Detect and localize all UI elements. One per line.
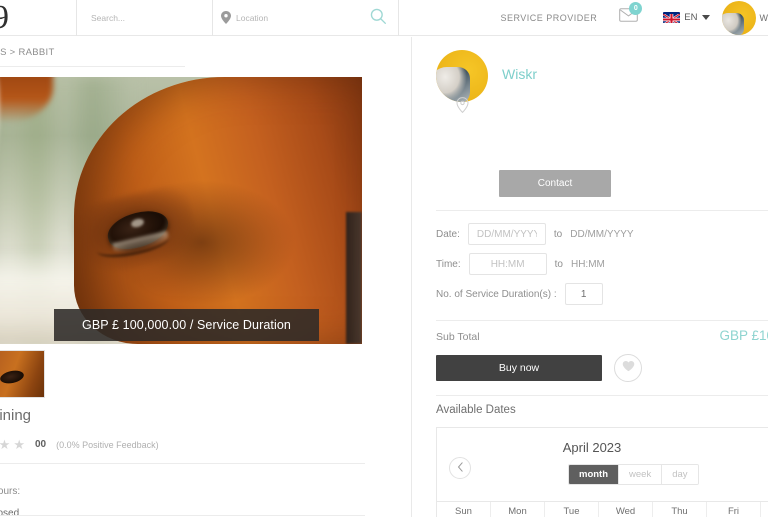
search-field-wrap — [77, 0, 212, 36]
chevron-left-icon — [457, 459, 464, 477]
calendar-view-month[interactable]: month — [569, 465, 620, 484]
availability-calendar: April 2023 month week day Sun Mon Tue We… — [436, 427, 768, 517]
time-label: Time: — [436, 258, 461, 270]
site-logo[interactable]: 9 — [0, 0, 76, 36]
subtotal-value: GBP £10 — [719, 328, 768, 343]
duration-label: No. of Service Duration(s) : — [436, 288, 557, 300]
logo-glyph: 9 — [0, 0, 9, 36]
map-pin-icon — [221, 11, 231, 24]
contact-button[interactable]: Contact — [499, 170, 611, 197]
thumbnail-strip — [0, 350, 366, 398]
date-to-value[interactable]: DD/MM/YYYY — [570, 229, 633, 240]
location-field-wrap — [213, 0, 358, 36]
provider-name[interactable]: Wiskr — [502, 66, 537, 82]
time-from-input[interactable] — [468, 253, 547, 275]
breadcrumb-bar: TS > RABBIT — [0, 37, 420, 67]
language-selector[interactable]: EN — [645, 12, 719, 23]
calendar-day-header: Sun — [437, 502, 491, 517]
search-input[interactable] — [91, 12, 212, 23]
page-root: 9 Search... Location SERVICE PROVIDER 0 … — [0, 0, 768, 517]
working-hours-label: g hours: — [0, 486, 21, 497]
calendar-view-day[interactable]: day — [662, 465, 698, 484]
calendar-day-header: Fri — [707, 502, 761, 517]
listing-hero-image[interactable]: GBP £ 100,000.00 / Service Duration — [0, 77, 362, 344]
star-icon: ★ — [13, 437, 25, 452]
duration-input[interactable] — [564, 283, 603, 305]
calendar-day-header-partial — [761, 502, 768, 517]
time-to-value[interactable]: HH:MM — [571, 259, 605, 270]
uk-flag-icon — [663, 12, 681, 23]
calendar-day-header: Thu — [653, 502, 707, 517]
star-icon: ★ — [0, 437, 11, 452]
date-from-input[interactable] — [467, 223, 546, 245]
date-label: Date: — [436, 228, 460, 240]
calendar-prev-button[interactable] — [449, 457, 471, 479]
calendar-view-toggle: month week day — [568, 464, 699, 485]
search-icon — [370, 8, 387, 28]
thumbnail-item[interactable] — [0, 350, 45, 398]
date-row: Date: to DD/MM/YYYY — [436, 223, 634, 245]
calendar-day-headers: Sun Mon Tue Wed Thu Fri — [437, 501, 768, 517]
message-count-badge: 0 — [629, 1, 643, 15]
chevron-down-icon — [701, 15, 710, 20]
rating-row: ★ ★ ★ 00 (0.0% Positive Feedback) — [0, 438, 374, 451]
location-input[interactable] — [236, 12, 358, 23]
provider-header: Wiskr — [436, 50, 537, 102]
buy-now-button[interactable]: Buy now — [436, 355, 602, 381]
calendar-view-week[interactable]: week — [619, 465, 663, 484]
calendar-day-header: Mon — [491, 502, 545, 517]
star-rating: ★ ★ ★ — [0, 438, 25, 451]
breadcrumb[interactable]: TS > RABBIT — [0, 47, 55, 58]
listing-left-column: GBP £ 100,000.00 / Service Duration rain… — [0, 67, 411, 517]
left-divider-1 — [0, 463, 365, 464]
price-overlay: GBP £ 100,000.00 / Service Duration — [54, 309, 319, 341]
time-to-label: to — [554, 258, 563, 270]
site-header: 9 Search... Location SERVICE PROVIDER 0 … — [0, 0, 768, 36]
favorite-button[interactable] — [614, 354, 642, 382]
left-divider-2 — [0, 515, 365, 516]
header-divider-3 — [398, 0, 399, 36]
provider-avatar[interactable] — [436, 50, 488, 102]
booking-panel: Wiskr Contact Date: to DD/MM/YYYY Time: … — [412, 37, 768, 517]
language-label: EN — [684, 12, 698, 23]
rating-count: 00 — [34, 439, 47, 450]
duration-row: No. of Service Duration(s) : — [436, 283, 603, 305]
right-divider-1 — [436, 210, 768, 211]
messages-button[interactable]: 0 — [611, 0, 645, 36]
right-divider-3 — [436, 395, 768, 396]
horse-halter-strap — [346, 212, 362, 344]
provider-location-pin-icon — [456, 97, 469, 114]
available-dates-title: Available Dates — [436, 404, 516, 416]
subtotal-label: Sub Total — [436, 331, 480, 343]
user-avatar[interactable] — [721, 0, 756, 35]
calendar-day-header: Wed — [599, 502, 653, 517]
right-divider-2 — [436, 320, 768, 321]
calendar-day-header: Tue — [545, 502, 599, 517]
header-right-group: SERVICE PROVIDER 0 EN W — [486, 0, 768, 36]
positive-feedback-label: (0.0% Positive Feedback) — [56, 439, 159, 450]
date-to-label: to — [553, 228, 563, 240]
avatar-photo — [721, 12, 744, 35]
user-name-label: W — [759, 12, 768, 23]
calendar-month-title: April 2023 — [562, 440, 622, 455]
search-submit-button[interactable] — [358, 0, 398, 36]
listing-title: raining — [0, 407, 32, 424]
search-zone — [77, 0, 399, 36]
time-row: Time: to HH:MM — [436, 253, 605, 275]
service-provider-link[interactable]: SERVICE PROVIDER — [486, 13, 611, 23]
heart-icon — [622, 359, 635, 377]
